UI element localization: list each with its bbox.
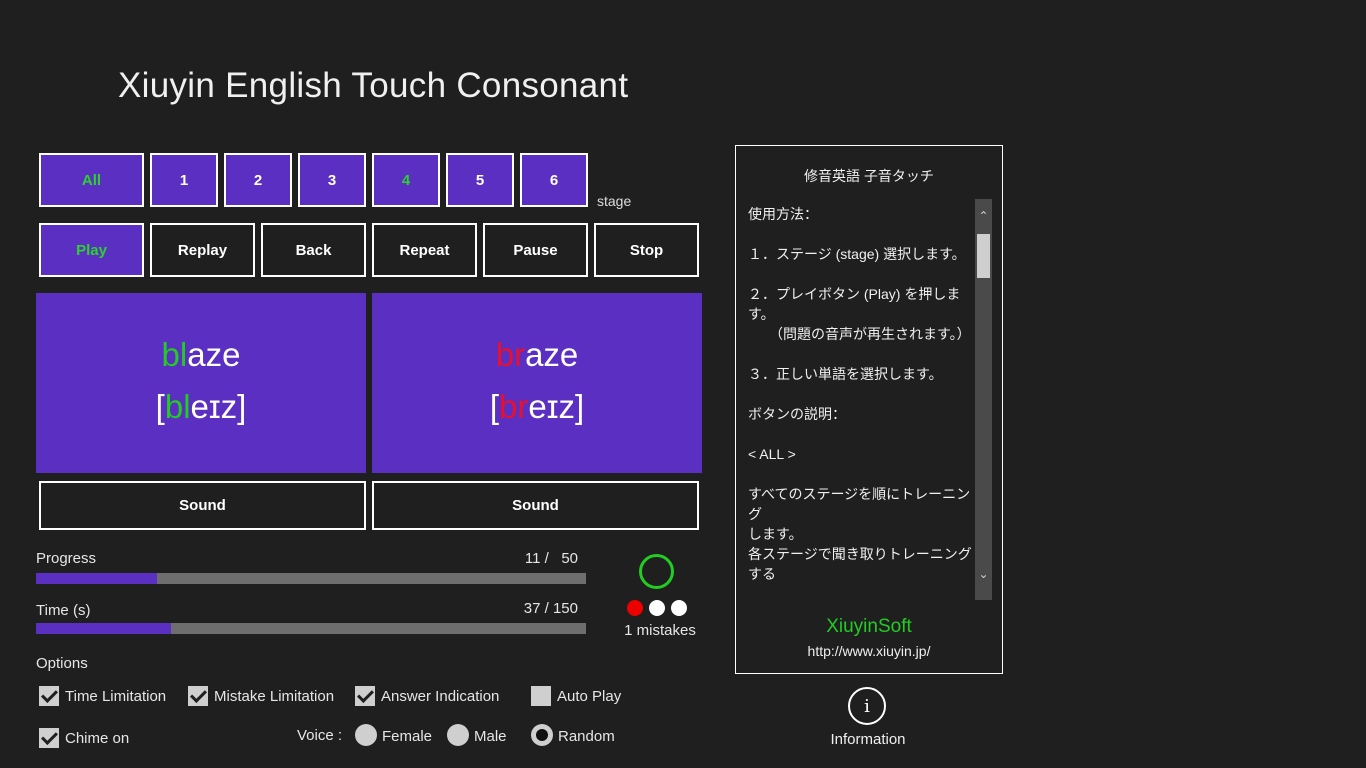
- remaining-dot-icon: [649, 600, 665, 616]
- play-button[interactable]: Play: [39, 223, 144, 277]
- answer-card-left[interactable]: blaze [bleɪz]: [36, 293, 366, 473]
- usage-line: ３．正しい単語を選択します。: [748, 366, 943, 382]
- word-rest: aze: [187, 336, 241, 373]
- stage-button-1[interactable]: 1: [150, 153, 218, 207]
- usage-line: 各ステージで聞き取りトレーニングする: [748, 546, 972, 580]
- usage-line: 使用方法：: [748, 206, 818, 222]
- ipa-close-bracket: ]: [237, 388, 247, 425]
- progress-bar-fill: [36, 573, 157, 584]
- time-bar-fill: [36, 623, 172, 634]
- repeat-button[interactable]: Repeat: [372, 223, 477, 277]
- sound-button-right[interactable]: Sound: [372, 481, 699, 530]
- remaining-dot-icon: [671, 600, 687, 616]
- stage-button-2[interactable]: 2: [224, 153, 292, 207]
- usage-line: ２．プレイボタン (Play) を押します。: [748, 286, 961, 322]
- chime-on-checkbox[interactable]: [39, 728, 59, 748]
- time-limitation-label[interactable]: Time Limitation: [65, 688, 166, 705]
- word-rest: aze: [525, 336, 579, 373]
- ipa-close-bracket: ]: [574, 388, 585, 425]
- progress-label: Progress: [36, 550, 97, 567]
- scroll-thumb[interactable]: [977, 234, 990, 278]
- stage-button-6[interactable]: 6: [520, 153, 588, 207]
- time-label: Time (s): [36, 602, 91, 619]
- info-icon[interactable]: i: [848, 687, 886, 725]
- card-ipa: [breɪz]: [490, 388, 584, 426]
- usage-text-viewport[interactable]: 使用方法： １．ステージ (stage) 選択します。 ２．プレイボタン (Pl…: [748, 204, 976, 580]
- usage-line: します。: [748, 526, 803, 542]
- voice-male-radio[interactable]: [447, 724, 469, 746]
- usage-line: ボタンの説明：: [748, 406, 846, 422]
- word-highlight: br: [495, 336, 526, 373]
- stage-button-4[interactable]: 4: [372, 153, 440, 207]
- brand-name: XiuyinSoft: [826, 616, 912, 637]
- time-limitation-checkbox[interactable]: [39, 686, 59, 706]
- mistake-limitation-checkbox[interactable]: [188, 686, 208, 706]
- options-heading: Options: [36, 655, 88, 672]
- stage-label: stage: [597, 193, 632, 209]
- usage-line: （問題の音声が再生されます。）: [748, 326, 971, 342]
- information-label[interactable]: Information: [818, 731, 918, 748]
- usage-text: 使用方法： １．ステージ (stage) 選択します。 ２．プレイボタン (Pl…: [748, 204, 976, 580]
- answer-indication-label[interactable]: Answer Indication: [381, 688, 499, 705]
- answer-indication-checkbox[interactable]: [355, 686, 375, 706]
- card-ipa: [bleɪz]: [156, 388, 247, 426]
- info-panel-title: 修音英語 子音タッチ: [804, 168, 934, 184]
- auto-play-checkbox[interactable]: [531, 686, 551, 706]
- progress-value: 11 / 50: [524, 550, 578, 567]
- usage-line: [748, 424, 976, 444]
- ipa-open-bracket: [: [489, 388, 500, 425]
- ipa-highlight: bl: [164, 388, 191, 425]
- time-value: 37 / 150: [523, 600, 578, 617]
- usage-line: [748, 224, 976, 244]
- chime-on-label[interactable]: Chime on: [65, 730, 129, 747]
- stage-button-all[interactable]: All: [39, 153, 144, 207]
- stage-button-3[interactable]: 3: [298, 153, 366, 207]
- voice-male-label[interactable]: Male: [474, 728, 507, 745]
- voice-label: Voice :: [297, 727, 343, 744]
- mistake-limitation-label[interactable]: Mistake Limitation: [214, 688, 334, 705]
- card-word: braze: [496, 336, 579, 374]
- usage-line: [748, 384, 976, 404]
- correct-circle-icon: [639, 554, 674, 589]
- progress-bar: [36, 573, 586, 584]
- voice-female-radio[interactable]: [355, 724, 377, 746]
- app-title: Xiuyin English Touch Consonant: [118, 66, 629, 105]
- brand-url-link[interactable]: http://www.xiuyin.jp/: [736, 643, 1002, 659]
- usage-line: < ALL >: [748, 446, 796, 462]
- pause-button[interactable]: Pause: [483, 223, 588, 277]
- mistake-dot-icon: [627, 600, 643, 616]
- auto-play-label[interactable]: Auto Play: [557, 688, 621, 705]
- word-highlight: bl: [161, 336, 188, 373]
- replay-button[interactable]: Replay: [150, 223, 255, 277]
- usage-line: [748, 264, 976, 284]
- usage-line: すべてのステージを順にトレーニング: [748, 486, 971, 522]
- ipa-open-bracket: [: [155, 388, 165, 425]
- answer-card-right[interactable]: braze [breɪz]: [372, 293, 702, 473]
- voice-random-radio[interactable]: [531, 724, 553, 746]
- card-word: blaze: [162, 336, 241, 374]
- stage-button-5[interactable]: 5: [446, 153, 514, 207]
- ipa-rest: eɪz: [528, 388, 575, 425]
- ipa-highlight: br: [499, 388, 529, 425]
- time-bar: [36, 623, 586, 634]
- back-button[interactable]: Back: [261, 223, 366, 277]
- scroll-up-icon[interactable]: ⌃: [975, 209, 992, 223]
- ipa-rest: eɪz: [190, 388, 238, 425]
- usage-line: [748, 464, 976, 484]
- voice-female-label[interactable]: Female: [382, 728, 432, 745]
- mistakes-count: 1 mistakes: [624, 622, 696, 639]
- usage-line: １．ステージ (stage) 選択します。: [748, 246, 966, 262]
- scroll-down-icon[interactable]: ⌄: [975, 567, 992, 581]
- usage-line: [748, 344, 976, 364]
- voice-random-label[interactable]: Random: [558, 728, 615, 745]
- stop-button[interactable]: Stop: [594, 223, 699, 277]
- sound-button-left[interactable]: Sound: [39, 481, 366, 530]
- usage-scrollbar[interactable]: ⌃ ⌄: [975, 199, 992, 600]
